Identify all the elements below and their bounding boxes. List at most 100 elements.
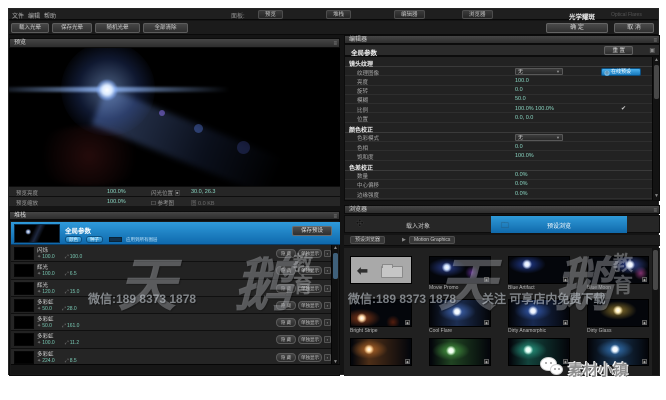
parameter-value[interactable]: 100.0 [515,78,529,84]
row-options-toggle[interactable]: ▪ [324,285,331,292]
menu-item-1[interactable]: 编辑 [28,11,40,20]
solo-button[interactable]: 单独显示 [298,335,322,344]
hide-button[interactable]: 隐 藏 [276,249,296,258]
parameter-dropdown[interactable]: 无▼ [515,68,563,75]
toolbar-button-0[interactable]: 载入光晕 [11,23,49,33]
online-presets-button[interactable]: 在线预设◍ [601,68,641,76]
hide-button[interactable]: 隐 藏 [276,318,296,327]
scale-value[interactable]: 28.0 [67,306,77,312]
preview-brightness-value[interactable]: 100.0% [107,189,126,195]
hide-button[interactable]: 隐 藏 [276,301,296,310]
top-tab-0[interactable]: 预览 [258,10,283,19]
stack-row[interactable]: 多彩虹✦50.0⤢161.0隐 藏单独显示▪ [11,314,333,331]
row-options-toggle[interactable]: ▪ [324,267,331,274]
scroll-down-icon[interactable]: ▼ [653,193,660,200]
scale-value[interactable]: 6.5 [70,271,77,277]
parameter-value[interactable]: 0.0 [515,144,523,150]
preview-viewport[interactable] [9,48,340,186]
panel-menu-icon[interactable]: ▣ [649,47,655,54]
scale-value[interactable]: 15.0 [70,289,80,295]
stack-row[interactable]: 多彩虹✦50.0⤢28.0隐 藏单独显示▪ [11,297,333,314]
hide-button[interactable]: 隐 藏 [276,284,296,293]
row-options-toggle[interactable]: ▪ [324,319,331,326]
reference-image-checkbox[interactable]: ☐ 参考图 [151,199,174,207]
row-options-toggle[interactable]: ▪ [324,250,331,257]
brightness-value[interactable]: 120.0 [42,289,55,295]
editor-scrollbar-thumb[interactable] [654,65,659,99]
tab-preset-browser[interactable]: 🗀 预设浏览 [491,216,627,233]
brightness-value[interactable]: 50.0 [42,323,52,329]
brightness-value[interactable]: 100.0 [42,271,55,277]
parameter-value[interactable]: 0.0% [515,172,528,178]
preset-thumbnail[interactable]: ◆Dirty Anamorphic [508,299,570,334]
scale-value[interactable]: 8.5 [70,358,77,364]
parameter-value[interactable]: 0.0 [515,87,523,93]
solo-button[interactable]: 单独显示 [298,301,322,310]
solo-button[interactable]: 单独显示 [298,266,322,275]
preview-scale-value[interactable]: 100.0% [107,199,126,205]
stack-row[interactable]: 辉光✦120.0⤢15.0隐 藏单独显示▪ [11,280,333,297]
preset-thumbnail[interactable]: ◆ [429,338,491,367]
preset-thumbnail[interactable]: ◆Movie Promo [429,256,491,291]
panel-menu-icon[interactable]: ≡ [333,40,337,48]
solo-button[interactable]: 单独显示 [298,318,322,327]
preset-thumbnail[interactable]: ◆Dirty Glass [587,299,649,334]
scroll-up-icon[interactable]: ▲ [653,57,660,64]
parameter-value[interactable]: 0.0% [515,181,528,187]
editor-scrollbar[interactable]: ▲ ▼ [652,57,659,200]
hide-button[interactable]: 隐 藏 [276,266,296,275]
menu-item-0[interactable]: 文件 [12,11,24,20]
solo-button[interactable]: 单独显示 [298,284,322,293]
hide-button[interactable]: 隐 藏 [276,335,296,344]
scroll-up-icon[interactable]: ▲ [332,245,339,252]
global-color-pill[interactable]: 颜色 [65,236,82,243]
panel-menu-icon[interactable]: ≡ [653,207,657,215]
preset-thumbnail[interactable]: ◆Bright Stripe [350,299,412,334]
menu-item-2[interactable]: 帮助 [44,11,56,20]
link-check-icon[interactable]: ✔ [621,105,626,112]
parameter-value[interactable]: 50.0 [515,96,526,102]
brightness-value[interactable]: 50.0 [42,306,52,312]
stack-row[interactable]: 辉光✦100.0⤢6.5隐 藏单独显示▪ [11,262,333,279]
brightness-value[interactable]: 224.0 [42,358,55,364]
preset-thumbnail[interactable]: ◆Blue Artifact [508,256,570,291]
reset-button[interactable]: 重 置 [604,46,633,55]
preset-thumbnail[interactable]: ◆ [350,338,412,367]
stack-global-parameters-row[interactable]: 全局参数 颜色 种子 应用到所有图层 保存预设 [11,222,340,245]
scale-value[interactable]: 11.2 [70,340,79,346]
parameter-value[interactable]: 0.0% [515,191,528,197]
global-seed-pill[interactable]: 种子 [86,236,103,243]
solo-button[interactable]: 单独显示 [298,353,322,362]
hide-button[interactable]: 隐 藏 [276,353,296,362]
global-color-swatch[interactable] [109,237,122,242]
stack-scrollbar[interactable]: ▲ ▼ [331,245,338,366]
brightness-value[interactable]: 100.0 [42,254,55,260]
toolbar-button-1[interactable]: 保存光晕 [52,23,92,33]
scale-value[interactable]: 100.0 [70,254,83,260]
toolbar-button-2[interactable]: 随机光晕 [95,23,140,33]
row-options-toggle[interactable]: ▪ [324,336,331,343]
scale-value[interactable]: 161.0 [67,323,80,329]
row-options-toggle[interactable]: ▪ [324,354,331,361]
toolbar-button-3[interactable]: 全部清除 [143,23,188,33]
solo-button[interactable]: 单独显示 [298,249,322,258]
preset-thumbnail[interactable]: ◆Blue Moon [587,256,649,291]
folder-back-cell[interactable]: ⬅ [350,256,412,285]
stack-row[interactable]: 多彩虹✦100.0⤢11.2隐 藏单独显示▪ [11,331,333,348]
breadcrumb-root[interactable]: 预设浏览器 [350,236,385,244]
stack-scrollbar-thumb[interactable] [333,253,338,279]
flare-position-value[interactable]: 30.0, 26.3 [191,189,215,195]
preset-thumbnail[interactable]: ◆Cool Flare [429,299,491,334]
parameter-row: 数量0.0% [345,171,659,180]
row-options-toggle[interactable]: ▪ [324,302,331,309]
stack-row[interactable]: 闪烁✦100.0⤢100.0隐 藏单独显示▪ [11,245,333,262]
save-preset-button[interactable]: 保存预设 [292,226,332,236]
parameter-value[interactable]: 100.0% 100.0% [515,106,554,112]
breadcrumb-folder[interactable]: Motion Graphics [409,236,455,244]
parameter-dropdown[interactable]: 无▼ [515,134,563,141]
tab-load-objects[interactable]: ✣ 载入对象 [346,216,490,233]
parameter-value[interactable]: 0.0, 0.0 [515,115,533,121]
parameter-value[interactable]: 100.0% [515,153,534,159]
brightness-value[interactable]: 100.0 [42,340,55,346]
browser-scrollbar-thumb[interactable] [653,250,658,290]
